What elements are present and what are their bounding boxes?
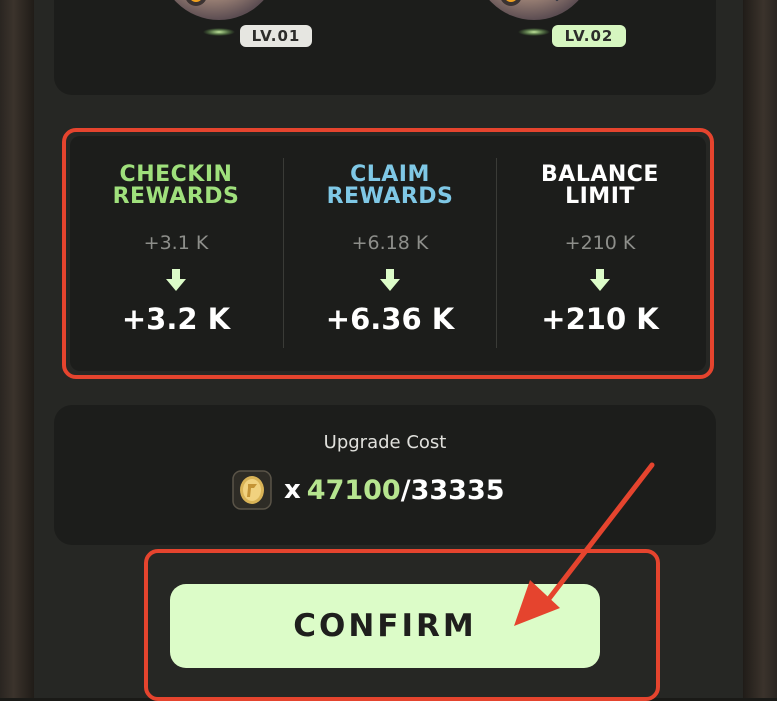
upgrade-screen: LV.01 LV.02 CHECKIN REWARDS +3.1 K +3.2 … — [0, 0, 777, 701]
cost-multiplier: x — [284, 475, 301, 505]
level-preview-card: LV.01 LV.02 — [54, 0, 716, 95]
coin-icon — [232, 470, 272, 510]
current-balance: 47100 — [306, 474, 401, 506]
upgrade-cost-row: x 47100 / 33335 — [232, 468, 505, 512]
upgrade-cost-amount: 33335 — [410, 474, 505, 506]
upgrade-cost-label: Upgrade Cost — [323, 432, 447, 453]
left-frame-border — [0, 0, 34, 698]
current-level-badge: LV.01 — [240, 25, 312, 47]
stats-highlight-outline — [62, 128, 714, 379]
cost-separator: / — [400, 474, 411, 506]
confirm-button[interactable]: CONFIRM — [170, 584, 600, 668]
next-level-badge: LV.02 — [552, 25, 626, 47]
right-frame-border — [743, 0, 777, 698]
